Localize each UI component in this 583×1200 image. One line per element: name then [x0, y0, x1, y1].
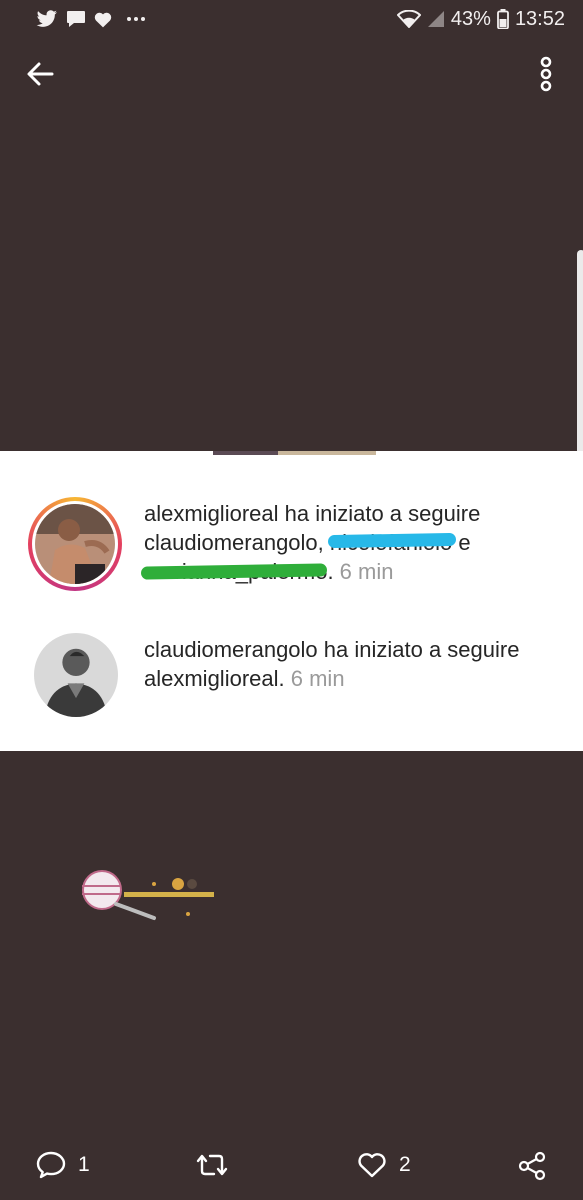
more-dots-icon — [127, 17, 145, 21]
timestamp: 6 min — [284, 666, 345, 691]
wifi-icon — [396, 10, 421, 28]
arrow-left-icon — [27, 62, 54, 86]
signal-icon — [427, 11, 444, 27]
notification-text: alexmiglioreal ha iniziato a seguire cla… — [144, 499, 564, 586]
share-icon — [518, 1151, 546, 1181]
avatar — [34, 633, 118, 717]
share-button[interactable] — [517, 1151, 547, 1181]
back-button[interactable] — [24, 58, 56, 90]
cropped-image-edge — [213, 451, 376, 455]
action-text: ha iniziato a seguire — [278, 501, 481, 526]
reply-button[interactable]: 1 — [36, 1151, 90, 1179]
twitter-icon — [36, 10, 57, 27]
status-bar: 43% 13:52 — [0, 0, 583, 38]
retweet-icon — [196, 1154, 228, 1176]
watermark-logo — [68, 868, 218, 924]
tweet-action-bar: 1 2 — [0, 1145, 583, 1189]
redacted-username-green: marianna_palermo — [144, 559, 328, 584]
username: alexmiglioreal — [144, 501, 279, 526]
heart-outline-icon — [358, 1153, 386, 1178]
reply-icon — [36, 1151, 66, 1179]
chat-icon — [67, 11, 85, 27]
more-options-button[interactable] — [534, 56, 558, 92]
target-username: claudiomerangolo — [144, 530, 318, 555]
retweet-button[interactable] — [196, 1151, 240, 1179]
battery-icon — [497, 9, 509, 29]
action-text: ha iniziato a seguire — [317, 637, 520, 662]
notification-card-image: alexmiglioreal ha iniziato a seguire cla… — [0, 451, 583, 751]
avatar-story-ring — [28, 497, 122, 591]
status-left — [36, 10, 146, 28]
timestamp: 6 min — [333, 559, 394, 584]
username: claudiomerangolo — [144, 637, 318, 662]
like-count: 2 — [399, 1153, 411, 1176]
like-button[interactable]: 2 — [357, 1151, 411, 1179]
reply-count: 1 — [78, 1153, 90, 1176]
target-username: alexmiglioreal — [144, 666, 279, 691]
notification-text: claudiomerangolo ha iniziato a seguire a… — [144, 635, 564, 693]
heart-icon — [94, 12, 112, 27]
more-vertical-icon — [540, 56, 552, 92]
battery-percent: 43% — [450, 7, 491, 30]
status-right: 43% 13:52 — [396, 7, 565, 31]
avatar — [35, 504, 115, 584]
clock: 13:52 — [514, 7, 565, 30]
redacted-username-blue: nicolofaniolo — [329, 530, 453, 555]
